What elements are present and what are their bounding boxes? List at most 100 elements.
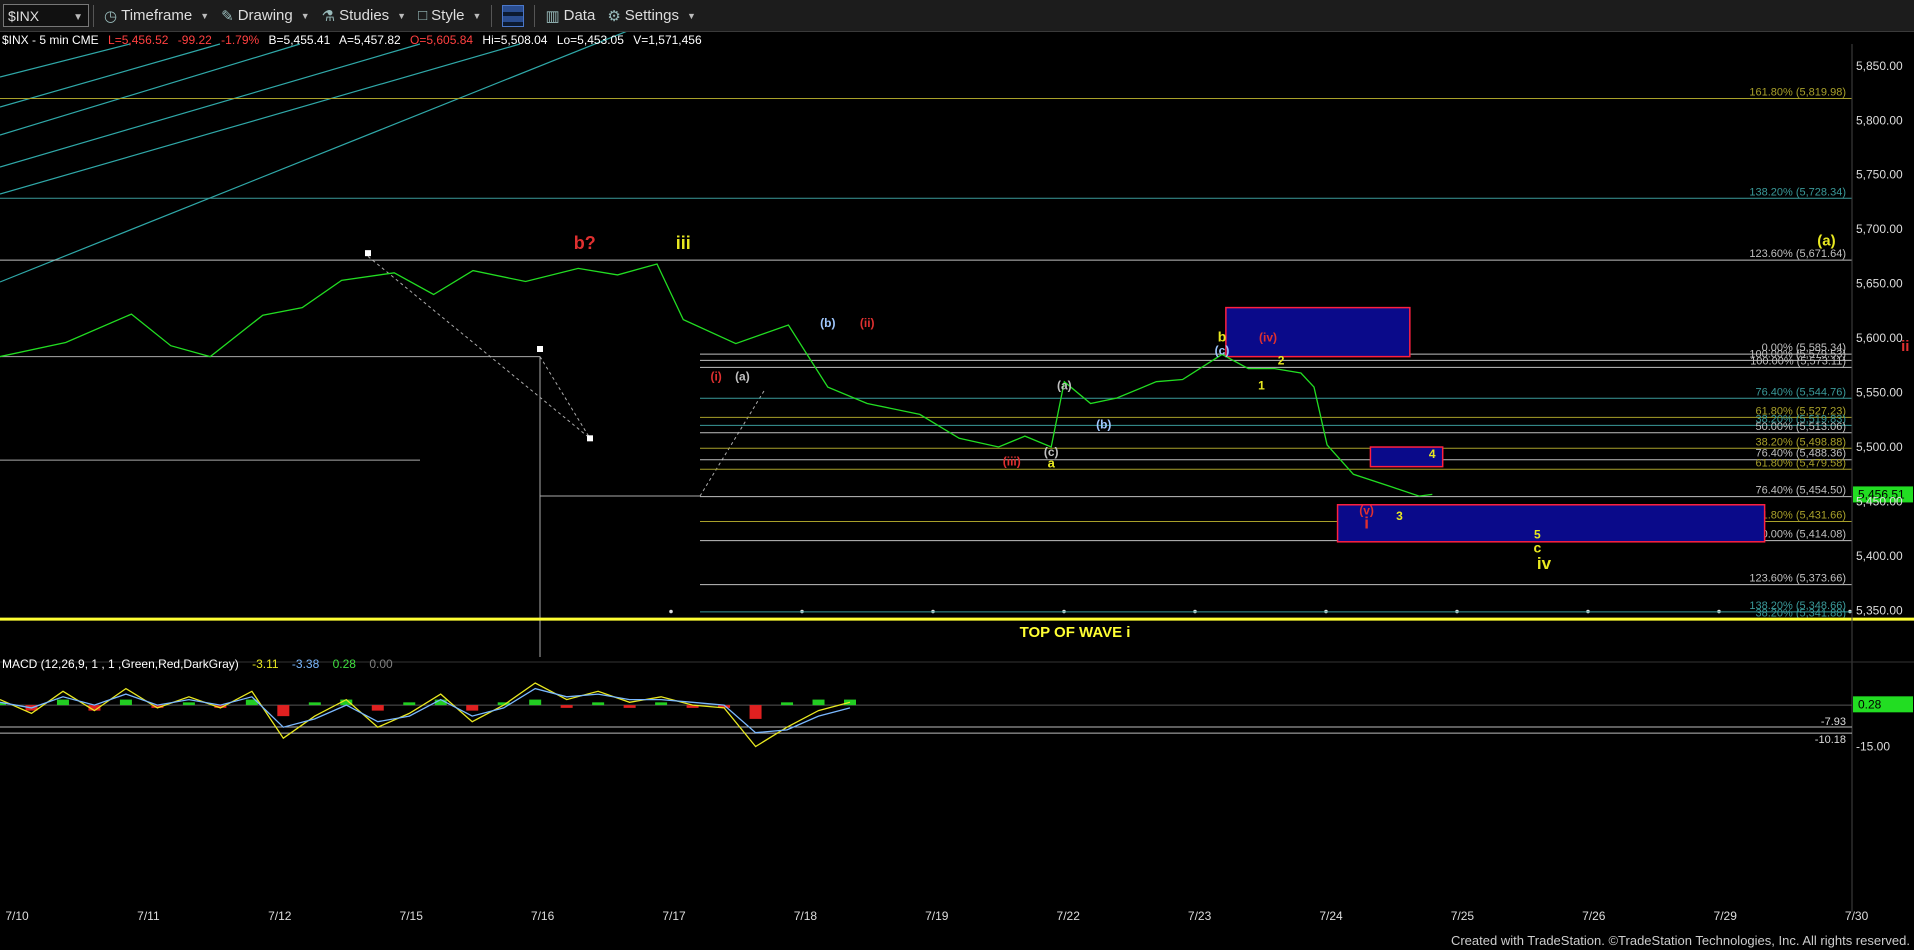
drawing-button[interactable]: ✎ Drawing ▼: [215, 0, 316, 31]
y-tick-label: 5,500.00: [1856, 440, 1903, 454]
macd-histogram-bar: [371, 705, 384, 711]
y-tick-label: 5,850.00: [1856, 59, 1903, 73]
wave-label: (i): [710, 370, 721, 384]
layout-icon[interactable]: [502, 4, 525, 27]
timeframe-button[interactable]: ◷ Timeframe ▼: [98, 0, 215, 31]
macd-y-tick-label: -15.00: [1856, 739, 1890, 753]
macd-histogram-bar: [812, 699, 825, 706]
pivot-marker: [587, 435, 593, 442]
y-tick-label: 5,700.00: [1856, 222, 1903, 236]
macd-ref-label: -7.93: [1821, 716, 1846, 728]
grid-dot: [669, 609, 673, 614]
x-tick-label: 7/12: [268, 909, 292, 923]
copyright-text: Created with TradeStation. ©TradeStation…: [1450, 933, 1910, 948]
fib-label: 76.40% (5,544.76): [1755, 386, 1846, 398]
macd-histogram-bar: [560, 705, 573, 708]
macd-value: -3.11: [252, 657, 279, 671]
x-tick-label: 7/15: [400, 909, 424, 923]
open-price: O=5,605.84: [410, 33, 473, 47]
wave-label: (iv): [1259, 330, 1277, 344]
chevron-down-icon: ▼: [200, 10, 210, 21]
y-tick-label: 5,750.00: [1856, 168, 1903, 182]
symbol-line: $INX - 5 min CME: [2, 33, 99, 47]
wave-label: (a): [735, 370, 750, 384]
macd-histogram-bar: [403, 702, 416, 706]
x-tick-label: 7/19: [925, 909, 949, 923]
clock-icon: ◷: [104, 7, 118, 25]
symbol-text: $INX: [8, 7, 40, 24]
fib-label: 50.00% (5,513.06): [1755, 421, 1846, 433]
macd-zero-value: 0.00: [369, 657, 393, 671]
wave-label: b: [1218, 328, 1227, 344]
style-button[interactable]: □ Style ▼: [412, 0, 487, 31]
last-price: L=5,456.52: [108, 33, 169, 47]
settings-button[interactable]: ⚙ Settings ▼: [601, 0, 702, 31]
macd-ref-label: -10.18: [1815, 734, 1846, 746]
fib-label: 61.80% (5,431.66): [1755, 509, 1846, 521]
macd-histogram-bar: [529, 699, 542, 706]
wave-label: (b): [820, 316, 835, 330]
wave-label: i: [1364, 514, 1369, 533]
wave-label: (a): [1057, 378, 1072, 392]
wave-label: (c): [1215, 343, 1230, 357]
fib-label: 38.20% (5,341.88): [1755, 607, 1846, 619]
x-tick-label: 7/25: [1451, 909, 1475, 923]
macd-histogram-bar: [592, 702, 605, 706]
data-label: Data: [563, 7, 596, 24]
ask-price: A=5,457.82: [339, 33, 401, 47]
studies-label: Studies: [339, 7, 390, 24]
price-chart[interactable]: 161.80% (5,819.98) 138.20% (5,728.34) 123.…: [0, 32, 1914, 932]
toolbar-divider: [534, 4, 536, 27]
pivot-marker: [537, 346, 543, 352]
fib-label: 123.60% (5,671.64): [1749, 248, 1846, 260]
net-change: -99.22: [178, 33, 212, 47]
x-tick-label: 7/18: [794, 909, 818, 923]
wave-label: b?: [574, 233, 596, 253]
studies-button[interactable]: ⚗ Studies ▼: [316, 0, 412, 31]
macd-signal-value: -3.38: [292, 657, 320, 671]
chevron-down-icon: ▼: [300, 10, 310, 21]
fib-label: 61.80% (5,479.58): [1755, 457, 1846, 469]
y-tick-label: 5,350.00: [1856, 603, 1903, 617]
wave-label: iii: [676, 233, 691, 253]
symbol-selector[interactable]: $INX ▼: [3, 4, 89, 27]
x-tick-label: 7/16: [531, 909, 555, 923]
wave-label: iv: [1537, 554, 1552, 573]
chevron-down-icon: ▼: [686, 10, 696, 21]
x-tick-label: 7/11: [137, 909, 160, 923]
macd-histogram-bar: [781, 702, 794, 706]
x-tick-label: 7/30: [1845, 909, 1869, 923]
toolbar-divider: [491, 4, 493, 27]
pct-change: -1.79%: [221, 33, 259, 47]
fib-label: 123.60% (5,373.66): [1749, 573, 1846, 585]
wave-label: a: [1048, 456, 1056, 471]
macd-histogram-bar: [56, 699, 69, 706]
y-tick-label: 5,800.00: [1856, 113, 1903, 127]
toolbar-divider: [93, 4, 94, 27]
top-of-wave-label: TOP OF WAVE i: [1020, 624, 1131, 641]
macd-histogram-bar: [749, 705, 762, 719]
wave-label: (b): [1096, 418, 1111, 432]
y-tick-label: 5,650.00: [1856, 277, 1903, 291]
high-price: Hi=5,508.04: [482, 33, 547, 47]
y-tick-label: 5,450.00: [1856, 495, 1903, 509]
data-button[interactable]: ▥ Data: [539, 0, 601, 31]
chevron-down-icon: ▼: [73, 12, 83, 23]
wave-label: (ii): [860, 316, 875, 330]
pivot-marker: [365, 250, 371, 257]
chevron-down-icon: ▼: [397, 10, 407, 21]
bid-price: B=5,455.41: [269, 33, 331, 47]
style-label: Style: [431, 7, 465, 24]
volume: V=1,571,456: [633, 33, 702, 47]
x-tick-label: 7/10: [5, 909, 29, 923]
fib-label: 138.20% (5,728.34): [1749, 186, 1846, 198]
wave-label: (a): [1817, 233, 1835, 250]
pencil-icon: ✎: [221, 7, 234, 25]
wave-label: 2: [1278, 353, 1285, 367]
bar-chart-icon: ▥: [545, 7, 560, 25]
macd-header: MACD (12,26,9, 1 , 1 ,Green,Red,DarkGray…: [2, 657, 393, 671]
wave-label: (iii): [1003, 455, 1021, 469]
style-icon: □: [418, 7, 428, 24]
macd-histogram-bar: [182, 702, 195, 706]
settings-label: Settings: [624, 7, 679, 24]
